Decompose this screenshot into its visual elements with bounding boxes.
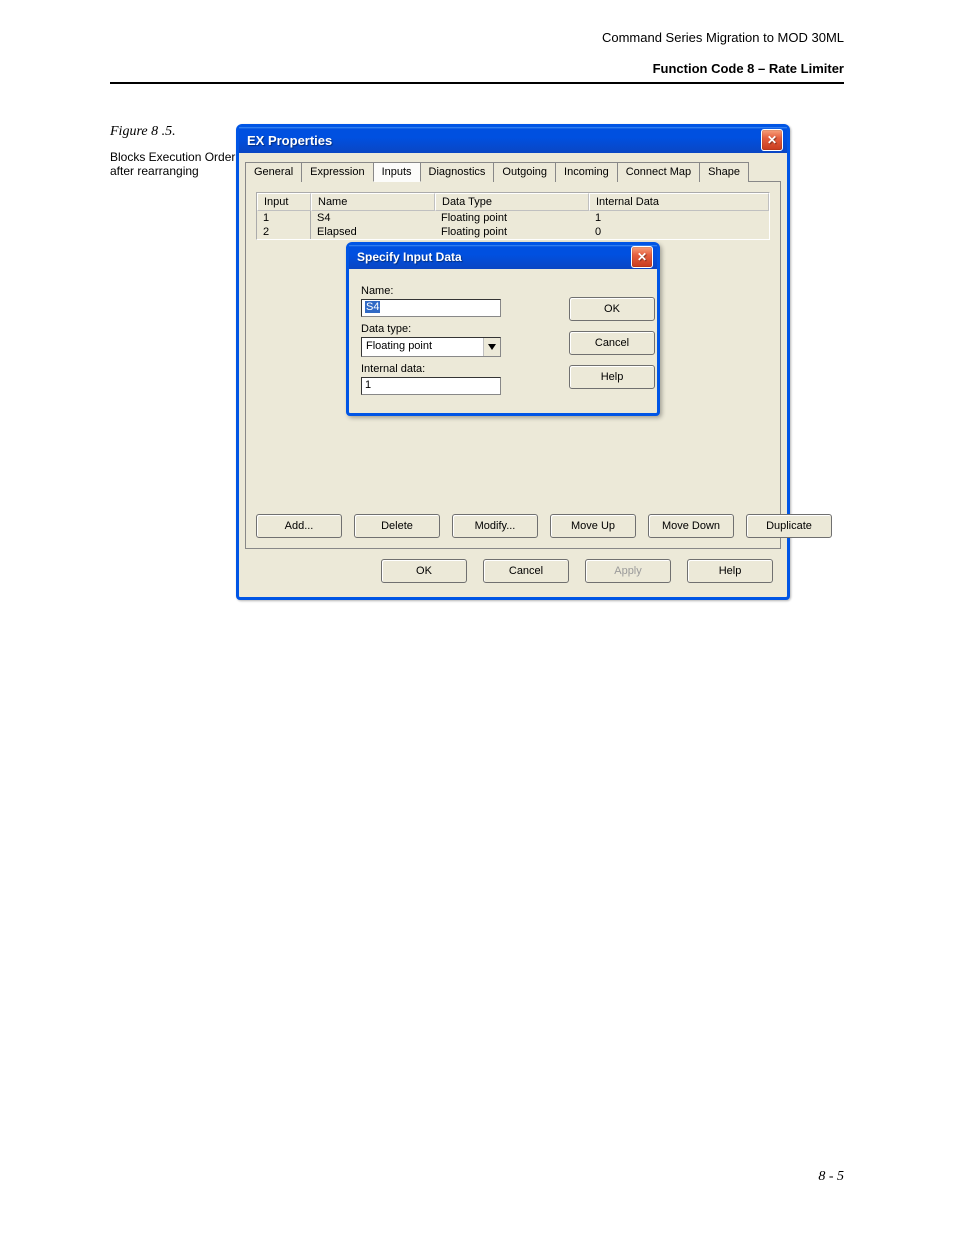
internal-data-field[interactable]: 1: [361, 377, 501, 395]
inputs-table[interactable]: Input Name Data Type Internal Data 1 S4 …: [256, 192, 770, 240]
row-data-type: Floating point: [435, 225, 589, 239]
tab-diagnostics[interactable]: Diagnostics: [420, 162, 495, 182]
add-button[interactable]: Add...: [256, 514, 342, 538]
tab-general[interactable]: General: [245, 162, 302, 182]
move-up-button[interactable]: Move Up: [550, 514, 636, 538]
data-type-value: Floating point: [362, 338, 483, 356]
chevron-down-icon[interactable]: [483, 338, 500, 356]
section-title: Function Code 8 – Rate Limiter: [110, 61, 844, 84]
row-index: 2: [257, 225, 311, 239]
col-internal-data[interactable]: Internal Data: [589, 193, 769, 211]
name-field[interactable]: S4: [361, 299, 501, 317]
col-input[interactable]: Input: [257, 193, 311, 211]
table-row[interactable]: 2 Elapsed Floating point 0: [257, 225, 769, 239]
row-data-type: Floating point: [435, 211, 589, 225]
data-type-label: Data type:: [361, 323, 549, 335]
titlebar[interactable]: EX Properties ✕: [239, 127, 787, 153]
cancel-button[interactable]: Cancel: [569, 331, 655, 355]
figure-caption: Blocks Execution Order after rearranging: [110, 150, 236, 178]
help-button[interactable]: Help: [569, 365, 655, 389]
ok-button[interactable]: OK: [569, 297, 655, 321]
figure-label: Figure 8 .5.: [110, 124, 236, 140]
row-name: Elapsed: [311, 225, 435, 239]
row-internal: 0: [589, 225, 769, 239]
row-name: S4: [311, 211, 435, 225]
tab-shape[interactable]: Shape: [699, 162, 749, 182]
tab-expression[interactable]: Expression: [301, 162, 373, 182]
close-icon[interactable]: ✕: [761, 129, 783, 151]
tab-connect-map[interactable]: Connect Map: [617, 162, 700, 182]
doc-title: Command Series Migration to MOD 30ML: [110, 30, 844, 45]
ok-button[interactable]: OK: [381, 559, 467, 583]
modal-title: Specify Input Data: [357, 250, 462, 264]
cancel-button[interactable]: Cancel: [483, 559, 569, 583]
apply-button[interactable]: Apply: [585, 559, 671, 583]
name-label: Name:: [361, 285, 549, 297]
specify-input-dialog: Specify Input Data ✕ Name: S4 Data type:…: [346, 242, 660, 416]
internal-data-label: Internal data:: [361, 363, 549, 375]
col-name[interactable]: Name: [311, 193, 435, 211]
tab-incoming[interactable]: Incoming: [555, 162, 618, 182]
data-type-select[interactable]: Floating point: [361, 337, 501, 357]
help-button[interactable]: Help: [687, 559, 773, 583]
tab-outgoing[interactable]: Outgoing: [493, 162, 556, 182]
ex-properties-window: EX Properties ✕ General Expression Input…: [236, 124, 790, 600]
duplicate-button[interactable]: Duplicate: [746, 514, 832, 538]
row-internal: 1: [589, 211, 769, 225]
window-title: EX Properties: [247, 133, 332, 148]
row-index: 1: [257, 211, 311, 225]
close-icon[interactable]: ✕: [631, 246, 653, 268]
modify-button[interactable]: Modify...: [452, 514, 538, 538]
delete-button[interactable]: Delete: [354, 514, 440, 538]
table-row[interactable]: 1 S4 Floating point 1: [257, 211, 769, 225]
tab-bar: General Expression Inputs Diagnostics Ou…: [245, 161, 781, 182]
tab-inputs[interactable]: Inputs: [373, 162, 421, 182]
col-data-type[interactable]: Data Type: [435, 193, 589, 211]
page-number: 8 - 5: [818, 1169, 844, 1185]
move-down-button[interactable]: Move Down: [648, 514, 734, 538]
modal-titlebar[interactable]: Specify Input Data ✕: [349, 245, 657, 269]
inputs-panel: Input Name Data Type Internal Data 1 S4 …: [245, 182, 781, 549]
